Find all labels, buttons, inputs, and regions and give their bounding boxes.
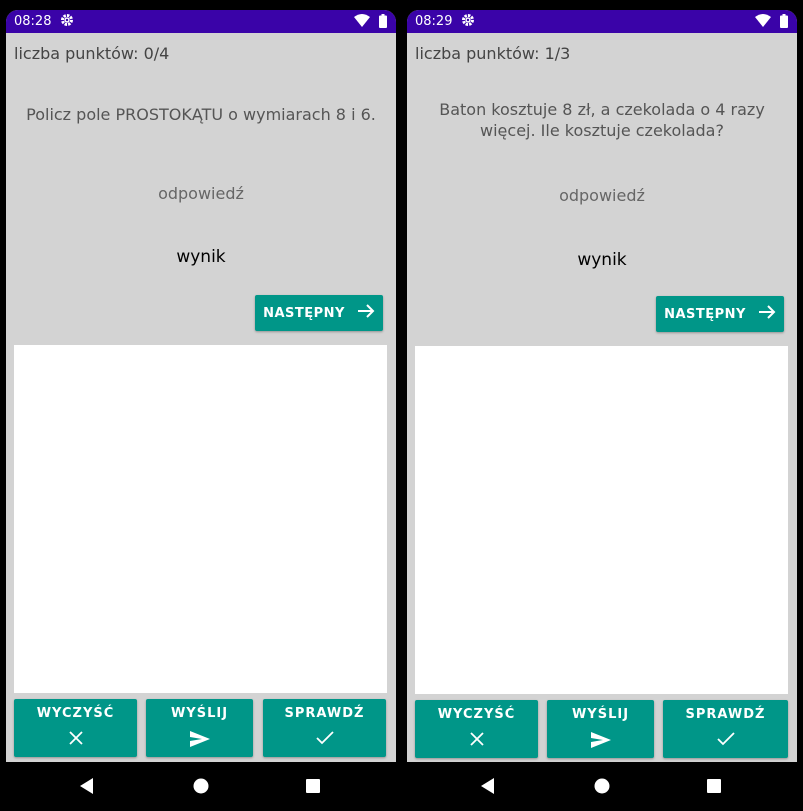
check-button-label: SPRAWDŹ xyxy=(284,706,365,721)
clear-button-label: WYCZYŚĆ xyxy=(437,707,516,722)
clear-button[interactable]: WYCZYŚĆ xyxy=(415,700,538,758)
score-label: liczba punktów: 0/4 xyxy=(14,44,170,63)
gear-icon xyxy=(461,13,475,31)
navigation-bar xyxy=(407,762,797,811)
drawing-canvas[interactable] xyxy=(415,346,788,694)
clear-button[interactable]: WYCZYŚĆ xyxy=(14,699,137,757)
result-label: wynik xyxy=(176,247,226,267)
back-icon[interactable] xyxy=(80,778,94,798)
phone-screen-left: 08:28 liczba punktów: 0/4 Policz pole PR… xyxy=(6,10,396,811)
arrow-right-icon xyxy=(357,303,375,323)
arrow-right-icon xyxy=(758,304,776,324)
check-button[interactable]: SPRAWDŹ xyxy=(663,700,788,758)
send-icon xyxy=(547,732,654,748)
answer-field[interactable]: odpowiedź xyxy=(6,184,396,203)
home-icon[interactable] xyxy=(594,778,610,798)
send-button[interactable]: WYŚLIJ xyxy=(146,699,253,757)
clear-button-label: WYCZYŚĆ xyxy=(36,706,115,721)
recents-icon[interactable] xyxy=(306,778,320,797)
navigation-bar xyxy=(6,762,396,811)
answer-field[interactable]: odpowiedź xyxy=(407,186,797,205)
score-label: liczba punktów: 1/3 xyxy=(415,44,571,63)
close-icon xyxy=(415,732,538,746)
send-button-label: WYŚLIJ xyxy=(170,706,229,721)
send-icon xyxy=(146,731,253,747)
recents-icon[interactable] xyxy=(707,778,721,797)
wifi-icon xyxy=(755,14,771,31)
next-button-label: NASTĘPNY xyxy=(664,306,746,322)
check-icon xyxy=(263,731,386,745)
drawing-canvas[interactable] xyxy=(14,345,387,693)
send-button[interactable]: WYŚLIJ xyxy=(547,700,654,758)
phone-screen-right: 08:29 liczba punktów: 1/3 Baton kosztuje… xyxy=(407,10,797,811)
battery-icon xyxy=(780,14,788,32)
send-button-label: WYŚLIJ xyxy=(571,707,630,722)
status-bar: 08:28 xyxy=(6,10,396,33)
gear-icon xyxy=(60,13,74,31)
status-time: 08:29 xyxy=(415,14,453,29)
wifi-icon xyxy=(354,14,370,31)
check-button[interactable]: SPRAWDŹ xyxy=(263,699,386,757)
result-label: wynik xyxy=(577,250,627,270)
question-text: Policz pole PROSTOKĄTU o wymiarach 8 i 6… xyxy=(26,105,376,124)
home-icon[interactable] xyxy=(193,778,209,798)
check-button-label: SPRAWDŹ xyxy=(685,707,766,722)
next-button[interactable]: NASTĘPNY xyxy=(656,296,784,332)
close-icon xyxy=(14,731,137,745)
next-button-label: NASTĘPNY xyxy=(263,305,345,321)
status-time: 08:28 xyxy=(14,14,52,29)
check-icon xyxy=(663,732,788,746)
back-icon[interactable] xyxy=(481,778,495,798)
battery-icon xyxy=(379,14,387,32)
status-bar: 08:29 xyxy=(407,10,797,33)
next-button[interactable]: NASTĘPNY xyxy=(255,295,383,331)
question-text: Baton kosztuje 8 zł, a czekolada o 4 raz… xyxy=(439,100,765,140)
